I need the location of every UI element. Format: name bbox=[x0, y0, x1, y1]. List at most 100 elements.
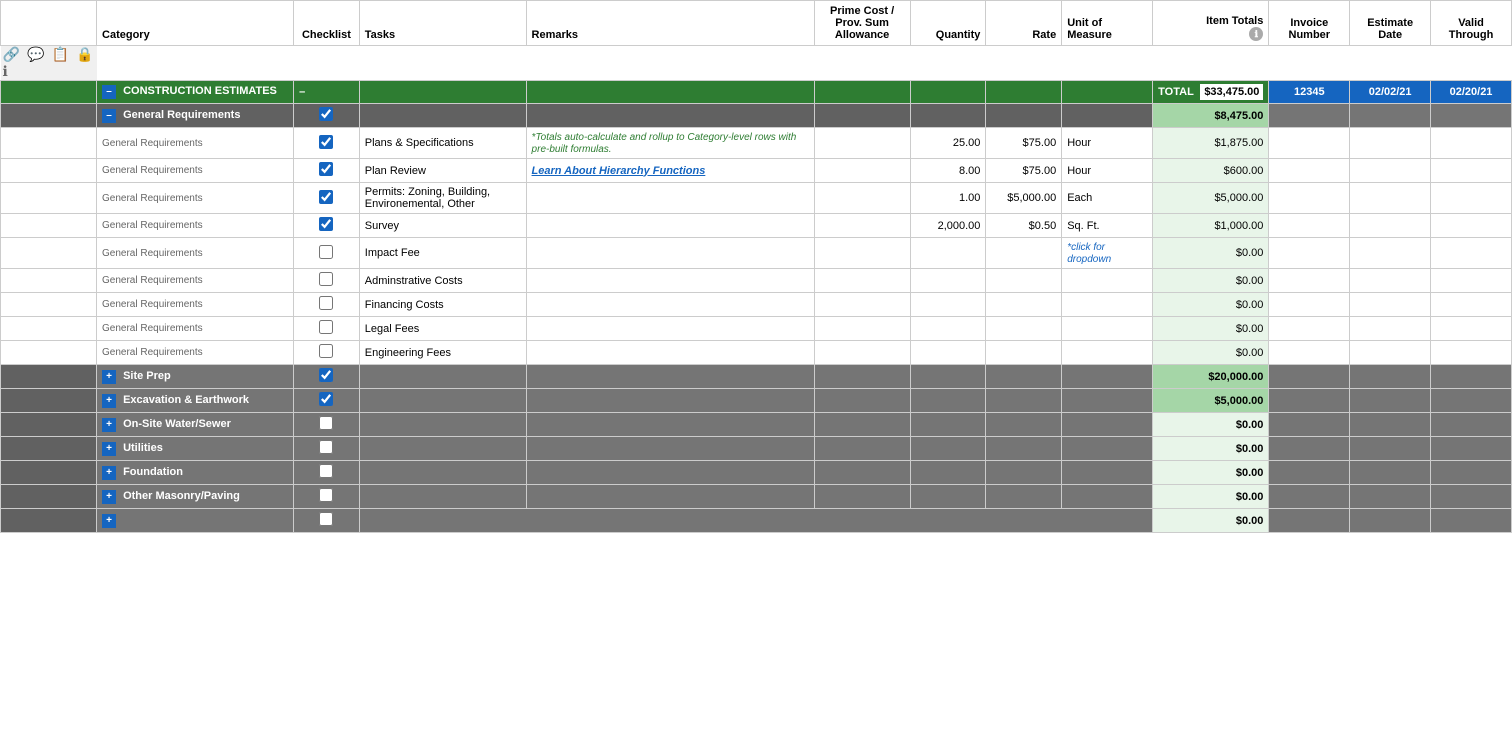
task-cell: Engineering Fees bbox=[359, 341, 526, 365]
water-sewer-total: $0.00 bbox=[1153, 413, 1269, 437]
utilities-expand-icon[interactable]: + bbox=[102, 442, 116, 456]
table-row: General Requirements Financing Costs $0.… bbox=[1, 293, 1512, 317]
comment-icon[interactable]: 💬 bbox=[27, 46, 44, 63]
th-actions bbox=[1, 1, 97, 46]
rate-cell[interactable]: $75.00 bbox=[986, 128, 1062, 159]
task-cell: Plans & Specifications bbox=[359, 128, 526, 159]
th-remarks: Remarks bbox=[526, 1, 814, 46]
site-prep-title-cell: + Site Prep bbox=[97, 365, 294, 389]
uom-cell: Sq. Ft. bbox=[1062, 214, 1153, 238]
general-req-collapse-icon[interactable]: – bbox=[102, 109, 116, 123]
link-icon[interactable]: 🔗 bbox=[3, 46, 20, 63]
partial-title-cell: + bbox=[97, 509, 294, 533]
clipboard-icon[interactable]: 📋 bbox=[52, 46, 69, 63]
table-row: General Requirements Permits: Zoning, Bu… bbox=[1, 183, 1512, 214]
header-row: Category Checklist Tasks Remarks Prime C… bbox=[1, 1, 1512, 46]
water-sewer-title-cell: + On-Site Water/Sewer bbox=[97, 413, 294, 437]
masonry-expand-icon[interactable]: + bbox=[102, 490, 116, 504]
utilities-total: $0.00 bbox=[1153, 437, 1269, 461]
water-sewer-expand-icon[interactable]: + bbox=[102, 418, 116, 432]
table-row: General Requirements Legal Fees $0.00 bbox=[1, 317, 1512, 341]
excavation-title: Excavation & Earthwork bbox=[123, 394, 249, 406]
category-cell: General Requirements bbox=[97, 293, 294, 317]
th-totals: Item Totals ℹ bbox=[1153, 1, 1269, 46]
valid-through-cell: 02/20/21 bbox=[1431, 81, 1512, 104]
info-toolbar-icon[interactable]: ℹ bbox=[3, 63, 8, 80]
th-uom: Unit of Measure bbox=[1062, 1, 1153, 46]
table-row: General Requirements Impact Fee *click f… bbox=[1, 238, 1512, 269]
construction-title-cell: – CONSTRUCTION ESTIMATES bbox=[97, 81, 294, 104]
foundation-expand-icon[interactable]: + bbox=[102, 466, 116, 480]
site-prep-expand-icon[interactable]: + bbox=[102, 370, 116, 384]
category-cell: General Requirements bbox=[97, 159, 294, 183]
general-req-total: $8,475.00 bbox=[1153, 104, 1269, 128]
rate-cell[interactable]: $75.00 bbox=[986, 159, 1062, 183]
masonry-total: $0.00 bbox=[1153, 485, 1269, 509]
rate-cell[interactable]: $0.50 bbox=[986, 214, 1062, 238]
row-checkbox[interactable] bbox=[319, 320, 333, 334]
quantity-cell[interactable] bbox=[910, 238, 986, 269]
table-row: General Requirements Survey 2,000.00 $0.… bbox=[1, 214, 1512, 238]
remarks-cell bbox=[526, 183, 814, 214]
construction-estimates-table: Category Checklist Tasks Remarks Prime C… bbox=[0, 0, 1512, 533]
quantity-cell[interactable]: 25.00 bbox=[910, 128, 986, 159]
general-req-checkbox-cell[interactable] bbox=[294, 104, 360, 128]
uom-cell[interactable]: *click for dropdown bbox=[1062, 238, 1153, 269]
row-checkbox[interactable] bbox=[319, 217, 333, 231]
collapse-icon[interactable]: – bbox=[102, 85, 116, 99]
site-prep-checkbox[interactable] bbox=[319, 368, 333, 382]
partial-row: + $0.00 bbox=[1, 509, 1512, 533]
table-row: General Requirements Plan Review Learn A… bbox=[1, 159, 1512, 183]
category-cell: General Requirements bbox=[97, 214, 294, 238]
row-checkbox[interactable] bbox=[319, 272, 333, 286]
lock-icon[interactable]: 🔒 bbox=[76, 46, 93, 63]
foundation-total: $0.00 bbox=[1153, 461, 1269, 485]
partial-expand-icon[interactable]: + bbox=[102, 514, 116, 528]
quantity-cell[interactable]: 1.00 bbox=[910, 183, 986, 214]
total-cell: $5,000.00 bbox=[1153, 183, 1269, 214]
row-checkbox[interactable] bbox=[319, 135, 333, 149]
quantity-cell[interactable]: 8.00 bbox=[910, 159, 986, 183]
row-checkbox[interactable] bbox=[319, 190, 333, 204]
table-row: General Requirements Adminstrative Costs… bbox=[1, 269, 1512, 293]
partial-checkbox[interactable] bbox=[319, 512, 333, 526]
category-cell: General Requirements bbox=[97, 238, 294, 269]
row-checkbox[interactable] bbox=[319, 162, 333, 176]
foundation-checkbox[interactable] bbox=[319, 464, 333, 478]
excavation-total: $5,000.00 bbox=[1153, 389, 1269, 413]
total-cell: $0.00 bbox=[1153, 238, 1269, 269]
row-checkbox[interactable] bbox=[319, 344, 333, 358]
general-req-checkbox[interactable] bbox=[319, 107, 333, 121]
category-cell: General Requirements bbox=[97, 183, 294, 214]
quantity-cell[interactable]: 2,000.00 bbox=[910, 214, 986, 238]
excavation-expand-icon[interactable]: + bbox=[102, 394, 116, 408]
site-prep-row: + Site Prep $20,000.00 bbox=[1, 365, 1512, 389]
th-invoice: Invoice Number bbox=[1269, 1, 1350, 46]
site-prep-title: Site Prep bbox=[123, 370, 171, 382]
utilities-title-cell: + Utilities bbox=[97, 437, 294, 461]
excavation-row: + Excavation & Earthwork $5,000.00 bbox=[1, 389, 1512, 413]
category-cell: General Requirements bbox=[97, 317, 294, 341]
masonry-checkbox[interactable] bbox=[319, 488, 333, 502]
uom-cell: Each bbox=[1062, 183, 1153, 214]
general-req-title: General Requirements bbox=[123, 109, 240, 121]
row-checkbox[interactable] bbox=[319, 296, 333, 310]
table-row: General Requirements Plans & Specificati… bbox=[1, 128, 1512, 159]
estimate-date-cell: 02/02/21 bbox=[1350, 81, 1431, 104]
remarks-cell bbox=[526, 238, 814, 269]
hierarchy-link[interactable]: Learn About Hierarchy Functions bbox=[532, 165, 706, 177]
task-cell: Plan Review bbox=[359, 159, 526, 183]
category-cell: General Requirements bbox=[97, 341, 294, 365]
total-cell: $600.00 bbox=[1153, 159, 1269, 183]
water-sewer-checkbox[interactable] bbox=[319, 416, 333, 430]
total-cell: $0.00 bbox=[1153, 341, 1269, 365]
excavation-checkbox[interactable] bbox=[319, 392, 333, 406]
rate-cell[interactable]: $5,000.00 bbox=[986, 183, 1062, 214]
uom-cell: Hour bbox=[1062, 128, 1153, 159]
category-cell: General Requirements bbox=[97, 128, 294, 159]
general-req-title-cell: – General Requirements bbox=[97, 104, 294, 128]
utilities-checkbox[interactable] bbox=[319, 440, 333, 454]
task-cell: Financing Costs bbox=[359, 293, 526, 317]
rate-cell[interactable] bbox=[986, 238, 1062, 269]
row-checkbox[interactable] bbox=[319, 245, 333, 259]
